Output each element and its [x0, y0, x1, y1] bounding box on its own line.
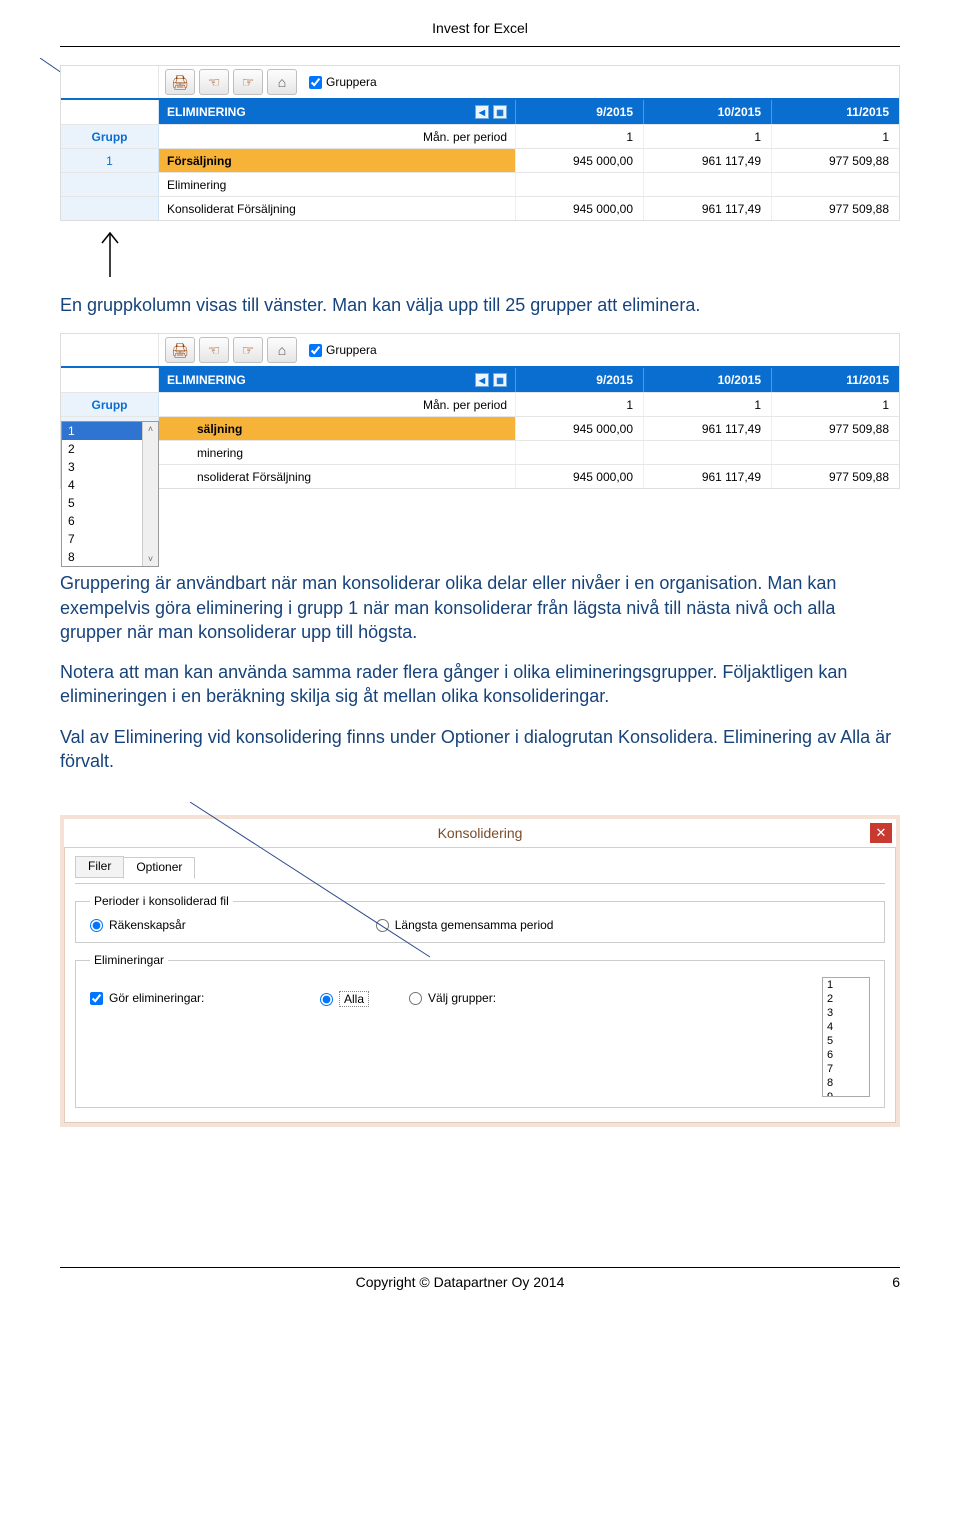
- spreadsheet-block-1: 🖨 ☜ ☞ ⌂ Gruppera ELIMINERING ◀ ▦ 9/2015 …: [60, 65, 900, 221]
- group-checkbox-input[interactable]: [309, 76, 322, 89]
- group-listbox[interactable]: 1 2 3 4 5 6 7 8 9: [822, 977, 870, 1097]
- checkbox-gor-elim-input[interactable]: [90, 992, 103, 1005]
- page-header: Invest for Excel: [60, 20, 900, 36]
- header-rule: [60, 46, 900, 47]
- radio-valj-text: Välj grupper:: [428, 991, 496, 1005]
- group-dropdown-list[interactable]: 1 2 3 4 5 6 7 8 ˄ ˅: [61, 421, 159, 567]
- grupp-header: Grupp: [61, 125, 159, 148]
- cell: 945 000,00: [515, 197, 643, 220]
- period-2: 10/2015: [643, 368, 771, 392]
- cell: [643, 173, 771, 196]
- group-checkbox[interactable]: Gruppera: [309, 75, 377, 89]
- list-item[interactable]: 5: [823, 1034, 869, 1048]
- cell: [771, 441, 899, 464]
- group-checkbox-label: Gruppera: [326, 343, 377, 357]
- period-3: 11/2015: [771, 100, 899, 124]
- chevron-down-icon[interactable]: ˅: [143, 552, 158, 566]
- checkbox-label-text: Gör elimineringar:: [109, 991, 204, 1005]
- period-2: 10/2015: [643, 100, 771, 124]
- radio-valj-input[interactable]: [409, 992, 422, 1005]
- grupp-header: Grupp: [61, 393, 159, 416]
- cell: [515, 173, 643, 196]
- cell: 961 117,49: [643, 197, 771, 220]
- body-paragraph-1: En gruppkolumn visas till vänster. Man k…: [60, 293, 900, 317]
- dropdown-scrollbar[interactable]: ˄ ˅: [142, 422, 158, 566]
- konsolid-label: nsoliderat Försäljning: [197, 470, 311, 484]
- forsaljning-label: Försäljning: [167, 154, 232, 168]
- list-item[interactable]: 2: [823, 992, 869, 1006]
- cell: [515, 441, 643, 464]
- radio-alla[interactable]: Alla: [320, 991, 369, 1007]
- forsaljning-label: säljning: [197, 422, 242, 436]
- cell: [643, 441, 771, 464]
- cell: 977 509,88: [771, 417, 899, 440]
- konsolid-label: Konsoliderat Försäljning: [167, 202, 296, 216]
- group-number[interactable]: 1: [61, 149, 159, 172]
- list-item[interactable]: 1: [823, 978, 869, 992]
- eliminering-row-label: minering: [197, 446, 243, 460]
- properties-icon[interactable]: ▦: [493, 105, 507, 119]
- cell: 1: [515, 125, 643, 148]
- home-icon[interactable]: ⌂: [267, 337, 297, 363]
- nav-left-icon[interactable]: ◀: [475, 105, 489, 119]
- printer-icon[interactable]: 🖨: [165, 69, 195, 95]
- printer-icon[interactable]: 🖨: [165, 337, 195, 363]
- radio-alla-input[interactable]: [320, 993, 333, 1006]
- body-paragraph-4: Val av Eliminering vid konsolidering fin…: [60, 725, 900, 774]
- list-item[interactable]: 8: [823, 1076, 869, 1090]
- elim-label: ELIMINERING: [167, 105, 246, 119]
- cell: 1: [771, 393, 899, 416]
- body-paragraph-3: Notera att man kan använda samma rader f…: [60, 660, 900, 709]
- list-item[interactable]: 7: [823, 1062, 869, 1076]
- close-icon[interactable]: ✕: [870, 823, 892, 843]
- home-icon[interactable]: ⌂: [267, 69, 297, 95]
- footer-page-number: 6: [860, 1274, 900, 1290]
- period-3: 11/2015: [771, 368, 899, 392]
- cell: 945 000,00: [515, 149, 643, 172]
- cell: 977 509,88: [771, 465, 899, 488]
- period-1: 9/2015: [515, 368, 643, 392]
- hand-right-icon[interactable]: ☞: [233, 69, 263, 95]
- body-paragraph-2: Gruppering är användbart när man konsoli…: [60, 571, 900, 644]
- nav-left-icon[interactable]: ◀: [475, 373, 489, 387]
- list-item[interactable]: 9: [823, 1090, 869, 1097]
- cell: 977 509,88: [771, 149, 899, 172]
- cell: 977 509,88: [771, 197, 899, 220]
- cell: 945 000,00: [515, 417, 643, 440]
- group-checkbox[interactable]: Gruppera: [309, 343, 377, 357]
- group-checkbox-label: Gruppera: [326, 75, 377, 89]
- eliminering-row-label: Eliminering: [167, 178, 226, 192]
- period-label: Mån. per period: [423, 130, 507, 144]
- footer-copyright: Copyright © Datapartner Oy 2014: [60, 1274, 860, 1290]
- checkbox-gor-elimineringar[interactable]: Gör elimineringar:: [90, 991, 320, 1005]
- hand-left-icon[interactable]: ☜: [199, 69, 229, 95]
- cell: 1: [771, 125, 899, 148]
- group-checkbox-input[interactable]: [309, 344, 322, 357]
- fieldset-elimineringar: Elimineringar Gör elimineringar: Alla Vä…: [75, 953, 885, 1108]
- chevron-up-icon[interactable]: ˄: [143, 422, 158, 436]
- properties-icon[interactable]: ▦: [493, 373, 507, 387]
- period-label: Mån. per period: [423, 398, 507, 412]
- cell: [771, 173, 899, 196]
- cell: 961 117,49: [643, 149, 771, 172]
- radio-alla-text: Alla: [339, 991, 369, 1007]
- elim-label: ELIMINERING: [167, 373, 246, 387]
- cell: 1: [643, 125, 771, 148]
- cell: 945 000,00: [515, 465, 643, 488]
- list-item[interactable]: 6: [823, 1048, 869, 1062]
- cell: 1: [515, 393, 643, 416]
- page-footer: Copyright © Datapartner Oy 2014 6: [60, 1267, 900, 1290]
- radio-valj-grupper[interactable]: Välj grupper:: [409, 991, 496, 1005]
- cell: 961 117,49: [643, 465, 771, 488]
- hand-left-icon[interactable]: ☜: [199, 337, 229, 363]
- list-item[interactable]: 4: [823, 1020, 869, 1034]
- period-1: 9/2015: [515, 100, 643, 124]
- hand-right-icon[interactable]: ☞: [233, 337, 263, 363]
- spreadsheet-block-2: 🖨 ☜ ☞ ⌂ Gruppera ELIMINERING ◀ ▦ 9/2015 …: [60, 333, 900, 489]
- arrow-up-icon: [90, 229, 130, 279]
- cell: 961 117,49: [643, 417, 771, 440]
- cell: 1: [643, 393, 771, 416]
- pointer-line-bottom: [60, 802, 460, 962]
- list-item[interactable]: 3: [823, 1006, 869, 1020]
